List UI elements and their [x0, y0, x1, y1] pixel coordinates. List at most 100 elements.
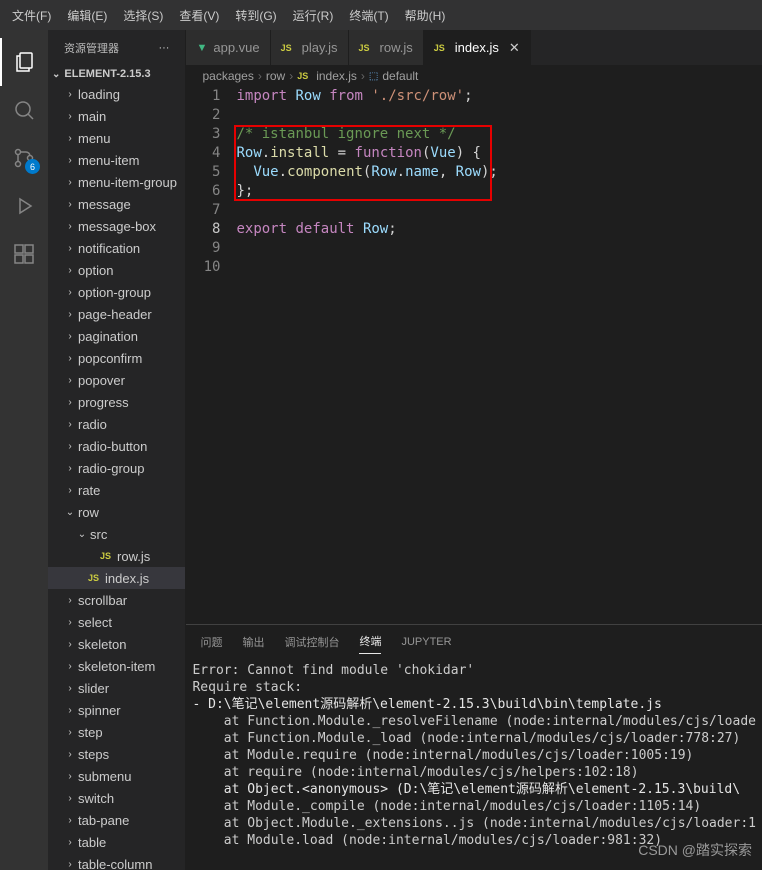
chevron-right-icon: ›: [361, 69, 365, 83]
menu-select[interactable]: 选择(S): [115, 7, 171, 24]
panel-tab[interactable]: 终端: [359, 629, 381, 654]
debug-icon[interactable]: [0, 182, 48, 230]
editor-tab[interactable]: ▼app.vue: [186, 30, 270, 65]
folder-item[interactable]: ›spinner: [48, 699, 185, 721]
chevron-icon: ⌄: [76, 529, 88, 540]
chevron-icon: ⌄: [64, 507, 76, 518]
js-icon: JS: [100, 551, 111, 561]
folder-item[interactable]: ›option-group: [48, 281, 185, 303]
folder-item[interactable]: ›popconfirm: [48, 347, 185, 369]
folder-item[interactable]: ›loading: [48, 83, 185, 105]
explorer-section[interactable]: ⌄ ELEMENT-2.15.3: [48, 65, 185, 83]
terminal-output[interactable]: Error: Cannot find module 'chokidar'Requ…: [186, 658, 762, 870]
chevron-icon: ›: [64, 375, 76, 386]
panel: 问题输出调试控制台终端 JUPYTER Error: Cannot find mo…: [186, 624, 762, 870]
menu-help[interactable]: 帮助(H): [397, 7, 454, 24]
code-content[interactable]: import Row from './src/row'; /* istanbul…: [236, 87, 762, 624]
menu-view[interactable]: 查看(V): [171, 7, 227, 24]
folder-item[interactable]: ›switch: [48, 787, 185, 809]
panel-tab[interactable]: 问题: [200, 630, 222, 654]
close-icon[interactable]: ✕: [509, 40, 520, 56]
folder-item[interactable]: ›notification: [48, 237, 185, 259]
line-number: 7: [186, 201, 220, 220]
js-icon: JS: [297, 71, 308, 81]
bc-file[interactable]: index.js: [316, 69, 357, 83]
menu-goto[interactable]: 转到(G): [227, 7, 284, 24]
js-icon: JS: [359, 43, 370, 53]
breadcrumbs[interactable]: packages › row › JS index.js › ⬚ default: [186, 65, 762, 87]
extensions-icon[interactable]: [0, 230, 48, 278]
chevron-icon: ›: [64, 155, 76, 166]
more-icon[interactable]: ···: [158, 42, 169, 54]
panel-tab[interactable]: JUPYTER: [401, 632, 451, 652]
folder-item[interactable]: ›message-box: [48, 215, 185, 237]
editor-tab[interactable]: JSplay.js: [271, 30, 349, 65]
chevron-icon: ›: [64, 441, 76, 452]
folder-item[interactable]: ›menu-item: [48, 149, 185, 171]
chevron-icon: ›: [64, 111, 76, 122]
folder-item[interactable]: ›slider: [48, 677, 185, 699]
folder-item[interactable]: ›message: [48, 193, 185, 215]
panel-tab[interactable]: 调试控制台: [284, 630, 339, 654]
editor-tabs: ▼app.vueJSplay.jsJSrow.jsJSindex.js✕: [186, 30, 762, 65]
folder-item[interactable]: ›popover: [48, 369, 185, 391]
line-number: 8: [186, 220, 220, 239]
folder-item[interactable]: ›steps: [48, 743, 185, 765]
editor-tab[interactable]: JSrow.js: [349, 30, 424, 65]
line-number: 1: [186, 87, 220, 106]
folder-item[interactable]: ›main: [48, 105, 185, 127]
search-icon[interactable]: [0, 86, 48, 134]
chevron-icon: ›: [64, 793, 76, 804]
folder-item[interactable]: ›menu-item-group: [48, 171, 185, 193]
bc-folder[interactable]: row: [266, 69, 285, 83]
code-editor[interactable]: 12345678910 import Row from './src/row';…: [186, 87, 762, 624]
folder-item[interactable]: ›table: [48, 831, 185, 853]
folder-item[interactable]: ›step: [48, 721, 185, 743]
chevron-icon: ›: [64, 859, 76, 870]
folder-item[interactable]: ›submenu: [48, 765, 185, 787]
panel-tabs: 问题输出调试控制台终端 JUPYTER: [186, 625, 762, 658]
folder-item[interactable]: ›progress: [48, 391, 185, 413]
chevron-icon: ›: [64, 331, 76, 342]
folder-item[interactable]: ›skeleton-item: [48, 655, 185, 677]
folder-item[interactable]: ›radio-button: [48, 435, 185, 457]
folder-item[interactable]: ⌄src: [48, 523, 185, 545]
bc-symbol[interactable]: default: [382, 69, 418, 83]
folder-item[interactable]: ›pagination: [48, 325, 185, 347]
chevron-icon: ›: [64, 353, 76, 364]
menu-edit[interactable]: 编辑(E): [59, 7, 115, 24]
folder-item[interactable]: ›option: [48, 259, 185, 281]
chevron-icon: ›: [64, 771, 76, 782]
folder-item[interactable]: ›scrollbar: [48, 589, 185, 611]
folder-item[interactable]: ›tab-pane: [48, 809, 185, 831]
folder-item[interactable]: ›page-header: [48, 303, 185, 325]
chevron-icon: ›: [64, 683, 76, 694]
menu-file[interactable]: 文件(F): [4, 7, 59, 24]
editor-tab[interactable]: JSindex.js✕: [424, 30, 531, 65]
chevron-icon: ›: [64, 837, 76, 848]
line-number: 4: [186, 144, 220, 163]
chevron-icon: ›: [64, 89, 76, 100]
folder-name: ELEMENT-2.15.3: [64, 68, 150, 80]
folder-item[interactable]: ›radio-group: [48, 457, 185, 479]
panel-tab[interactable]: 输出: [242, 630, 264, 654]
chevron-icon: ›: [64, 177, 76, 188]
line-number: 2: [186, 106, 220, 125]
menubar: 文件(F) 编辑(E) 选择(S) 查看(V) 转到(G) 运行(R) 终端(T…: [0, 0, 762, 30]
bc-folder[interactable]: packages: [202, 69, 253, 83]
folder-item[interactable]: ›table-column: [48, 853, 185, 870]
explorer-icon[interactable]: [0, 38, 48, 86]
folder-item[interactable]: ⌄row: [48, 501, 185, 523]
line-number: 5: [186, 163, 220, 182]
folder-item[interactable]: ›radio: [48, 413, 185, 435]
folder-item[interactable]: ›menu: [48, 127, 185, 149]
file-item[interactable]: JSrow.js: [48, 545, 185, 567]
menu-run[interactable]: 运行(R): [285, 7, 342, 24]
folder-item[interactable]: ›skeleton: [48, 633, 185, 655]
folder-item[interactable]: ›rate: [48, 479, 185, 501]
menu-terminal[interactable]: 终端(T): [341, 7, 396, 24]
scm-icon[interactable]: 6: [0, 134, 48, 182]
file-item[interactable]: JSindex.js: [48, 567, 185, 589]
chevron-icon: ›: [64, 815, 76, 826]
folder-item[interactable]: ›select: [48, 611, 185, 633]
